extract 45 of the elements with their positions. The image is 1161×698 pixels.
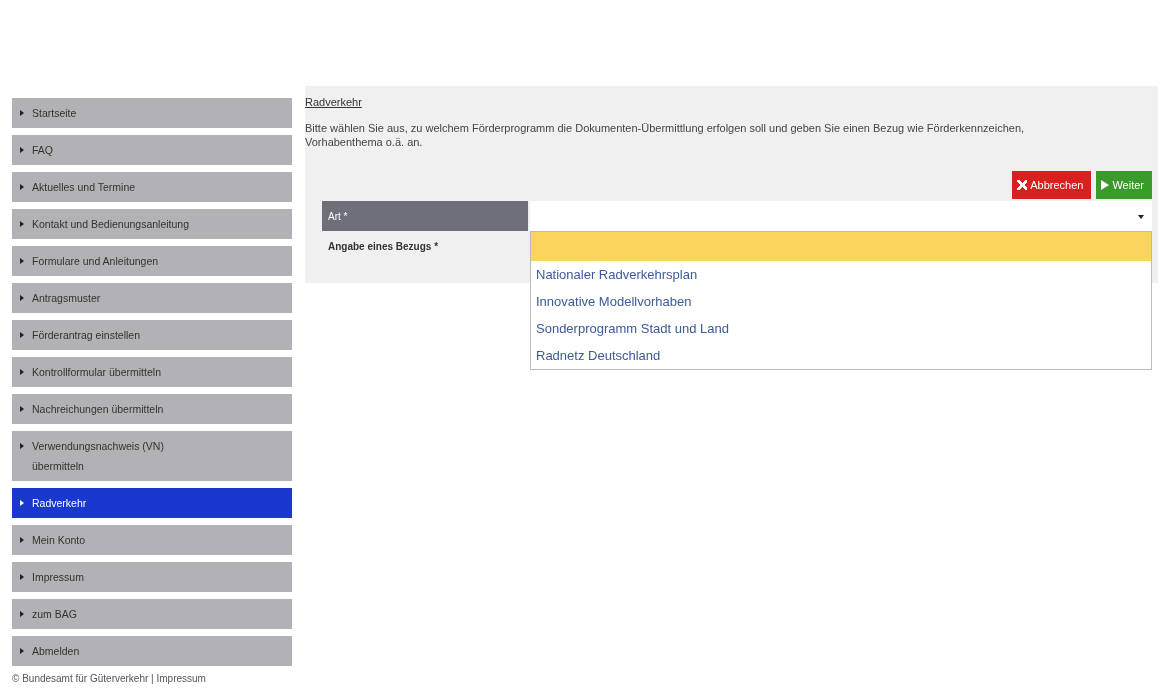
triangle-icon xyxy=(20,500,24,506)
close-icon xyxy=(1017,180,1028,190)
triangle-icon xyxy=(20,110,24,116)
sidebar-item[interactable]: zum BAG xyxy=(12,599,292,629)
triangle-icon xyxy=(20,258,24,264)
sidebar-item[interactable]: Förderantrag einstellen xyxy=(12,320,292,350)
caret-icon xyxy=(1138,215,1144,219)
sidebar-item[interactable]: Aktuelles und Termine xyxy=(12,172,292,202)
cancel-button[interactable]: Abbrechen xyxy=(1012,171,1092,199)
triangle-icon xyxy=(20,221,24,227)
sidebar-item[interactable]: Startseite xyxy=(12,98,292,128)
triangle-icon xyxy=(20,184,24,190)
triangle-icon xyxy=(20,443,24,449)
sidebar-item[interactable]: Formulare und Anleitungen xyxy=(12,246,292,276)
triangle-icon xyxy=(20,369,24,375)
footer-text: © Bundesamt für Güterverkehr | Impressum xyxy=(12,673,207,684)
field-label: Angabe eines Bezugs * xyxy=(327,240,440,254)
sidebar-item[interactable]: Radverkehr xyxy=(12,488,292,518)
triangle-icon xyxy=(20,406,24,412)
field-label: Art * xyxy=(322,201,528,231)
sidebar-item[interactable]: Impressum xyxy=(12,562,292,592)
dropdown-option[interactable] xyxy=(531,232,1151,261)
next-button[interactable]: Weiter xyxy=(1096,171,1152,199)
triangle-icon xyxy=(20,147,24,153)
triangle-icon xyxy=(20,574,24,580)
sidebar-item[interactable]: Nachreichungen übermitteln xyxy=(12,394,292,424)
dropdown-option[interactable]: Nationaler Radverkehrsplan xyxy=(531,261,1151,288)
triangle-icon xyxy=(20,611,24,617)
intro-text: Bitte wählen Sie aus, zu welchem Förderprogramm die Dokumenten-Übermittlung erfolgen soll und geben Sie einen Bezug wie Förderkennzeichen, Vorhabenthema o.ä. an. xyxy=(305,121,1026,149)
sidebar-item[interactable]: Kontakt und Bedienungsanleitung xyxy=(12,209,292,239)
sidebar-item[interactable]: Mein Konto xyxy=(12,525,292,555)
sidebar-item[interactable]: FAQ xyxy=(12,135,292,165)
sidebar-item[interactable]: Kontrollformular übermitteln xyxy=(12,357,292,387)
sidebar-item[interactable]: Abmelden xyxy=(12,636,292,666)
dropdown-option[interactable]: Radnetz Deutschland xyxy=(531,342,1151,369)
play-icon xyxy=(1101,180,1110,190)
triangle-icon xyxy=(20,537,24,543)
sidebar-item[interactable]: Verwendungsnachweis (VN) übermitteln xyxy=(12,431,292,481)
dropdown-option[interactable]: Sonderprogramm Stadt und Land xyxy=(531,315,1151,342)
page-heading: Radverkehr xyxy=(305,96,362,108)
triangle-icon xyxy=(20,295,24,301)
triangle-icon xyxy=(20,332,24,338)
sidebar-item[interactable]: Antragsmuster xyxy=(12,283,292,313)
dropdown-option[interactable]: Innovative Modellvorhaben xyxy=(531,288,1151,315)
triangle-icon xyxy=(20,648,24,654)
